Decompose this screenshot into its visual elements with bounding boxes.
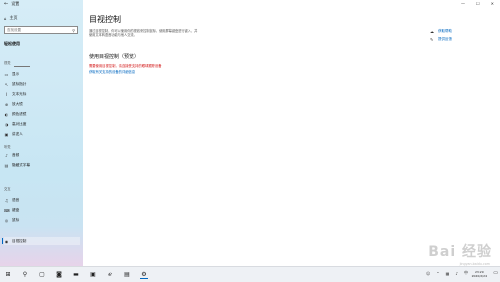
- sidebar-item-label: 颜色滤镜: [12, 111, 27, 116]
- sidebar-item-keyboard[interactable]: ⌨ 键盘: [4, 206, 80, 214]
- sidebar-item-audio[interactable]: ♪ 音频: [4, 151, 80, 159]
- mouse-icon: ◎: [4, 217, 9, 223]
- search-icon: ⚲: [72, 28, 75, 33]
- sidebar-item-label: 目视控制: [12, 238, 27, 243]
- sidebar-item-label: 文本光标: [12, 91, 27, 96]
- section-underline: [14, 66, 30, 67]
- keyboard-icon: ⌨: [4, 207, 10, 213]
- minimize-button[interactable]: —: [461, 1, 465, 6]
- audio-icon: ♪: [5, 152, 8, 158]
- color-filter-icon: ◐: [4, 111, 9, 117]
- sidebar-item-cursor[interactable]: I 文本光标: [4, 90, 80, 98]
- sidebar-item-label: 鼠标: [12, 217, 20, 222]
- display-icon: ▭: [4, 71, 9, 77]
- sidebar-home[interactable]: ⌂ 主页: [4, 15, 18, 21]
- sidebar-item-mouse[interactable]: ◎ 鼠标: [4, 216, 80, 224]
- feedback-label: 提供反馈: [438, 36, 452, 41]
- tray-chevron-icon[interactable]: ⌃: [436, 271, 439, 276]
- sidebar-item-speech[interactable]: ♫ 语音: [4, 196, 80, 204]
- sidebar-item-label: 高对比度: [12, 121, 27, 126]
- task-view-icon[interactable]: ▢: [38, 271, 46, 278]
- taskbar: ⊞ ⚲ ▢ ◙ ▬ ▣ ℯ ▤ ⚙ ☺ ⌃ ▦ ♪ 中 23:29 2020/2…: [0, 266, 500, 282]
- help-icon: ☁: [430, 28, 434, 34]
- maximize-button[interactable]: ☐: [476, 1, 480, 6]
- volume-icon[interactable]: ♪: [455, 271, 458, 276]
- sidebar-item-eye-control[interactable]: ◉ 目视控制: [2, 237, 80, 245]
- supported-devices-link[interactable]: 获取有关支持的设备的详细信息: [89, 69, 135, 74]
- sidebar-item-label: 隐藏式字幕: [12, 162, 30, 167]
- sidebar-item-narrator[interactable]: ▣ 讲述人: [4, 130, 80, 138]
- section-label-interaction: 交互: [4, 187, 11, 191]
- file-explorer-icon[interactable]: ▬: [72, 271, 80, 278]
- sidebar-item-label: 语音: [12, 197, 20, 202]
- clock-date: 2020/2/24: [471, 274, 487, 278]
- page-description: 通过目视控制，你可以使用你的视线来控制鼠标，使用屏幕键盘进行键入，并使用文本转语…: [89, 29, 198, 38]
- notification-icon[interactable]: ▭: [493, 270, 498, 276]
- feedback-link[interactable]: ✎ 提供反馈: [430, 35, 452, 43]
- system-tray: ☺ ⌃ ▦ ♪ 中: [426, 270, 468, 276]
- sidebar-item-label: 音频: [12, 152, 20, 157]
- network-icon[interactable]: ▦: [446, 271, 450, 276]
- section-label-vision: 视觉: [4, 61, 11, 65]
- home-label: 主页: [9, 15, 18, 20]
- sidebar-item-label: 鼠标指针: [12, 81, 27, 86]
- photos-app-icon[interactable]: ▣: [89, 271, 97, 278]
- people-icon[interactable]: ☺: [426, 271, 430, 276]
- magnifier-icon: ⊕: [4, 101, 9, 107]
- window-controls: — ☐ ✕: [461, 1, 494, 6]
- sidebar-item-label: 键盘: [12, 207, 20, 212]
- settings-app-icon[interactable]: ⚙: [140, 271, 148, 279]
- get-help-label: 获取帮助: [438, 28, 452, 33]
- sidebar: ← 设置 ⌂ 主页 ⚲ 轻松使用 视觉 ▭显示 ↖鼠标指针 I 文本光标 ⊕放大镜…: [0, 0, 83, 266]
- sidebar-item-captions[interactable]: ▤ 隐藏式字幕: [4, 161, 80, 169]
- baidu-watermark: Bai 经验: [428, 244, 492, 260]
- captions-icon: ▤: [4, 162, 9, 168]
- feedback-icon: ✎: [430, 36, 434, 42]
- get-help-link[interactable]: ☁ 获取帮助: [430, 27, 452, 35]
- title-bar: ← 设置: [4, 1, 19, 7]
- sidebar-item-label: 讲述人: [12, 131, 23, 136]
- search-box[interactable]: ⚲: [4, 26, 78, 34]
- narrator-icon: ▣: [4, 131, 9, 137]
- section-title: 使用目视控制（预览）: [89, 54, 140, 60]
- home-icon: ⌂: [4, 15, 7, 21]
- page-title: 目视控制: [89, 15, 121, 24]
- search-input[interactable]: [7, 28, 71, 32]
- device-warning: 需要使用目视控制，请连接受支持的眼球跟踪设备: [89, 64, 162, 68]
- pointer-icon: ↖: [4, 81, 9, 87]
- category-title: 轻松使用: [4, 41, 20, 46]
- start-icon[interactable]: ⊞: [4, 271, 12, 278]
- speech-icon: ♫: [4, 197, 9, 203]
- sidebar-item-label: 放大镜: [12, 101, 23, 106]
- ime-indicator[interactable]: 中: [464, 270, 468, 276]
- sidebar-item-contrast[interactable]: ◑ 高对比度: [4, 120, 80, 128]
- cursor-icon: I: [5, 91, 8, 97]
- contrast-icon: ◑: [4, 121, 9, 127]
- camera-app-icon[interactable]: ◙: [55, 271, 63, 278]
- store-app-icon[interactable]: ▤: [123, 271, 131, 278]
- section-label-hearing: 听觉: [4, 145, 11, 149]
- sidebar-item-color-filter[interactable]: ◐ 颜色滤镜: [4, 110, 80, 118]
- close-button[interactable]: ✕: [491, 1, 494, 6]
- sidebar-item-magnifier[interactable]: ⊕ 放大镜: [4, 100, 80, 108]
- clock[interactable]: 23:29 2020/2/24: [472, 270, 487, 278]
- edge-browser-icon[interactable]: ℯ: [106, 271, 114, 278]
- related-links: ☁ 获取帮助 ✎ 提供反馈: [430, 27, 452, 43]
- back-arrow-icon[interactable]: ←: [4, 1, 8, 7]
- eye-control-icon: ◉: [4, 238, 9, 244]
- search-icon[interactable]: ⚲: [21, 271, 29, 278]
- window-title: 设置: [11, 1, 20, 6]
- sidebar-item-pointer[interactable]: ↖ 鼠标指针: [4, 80, 80, 88]
- sidebar-item-label: 显示: [12, 71, 20, 76]
- sidebar-item-display[interactable]: ▭ 显示: [4, 70, 80, 78]
